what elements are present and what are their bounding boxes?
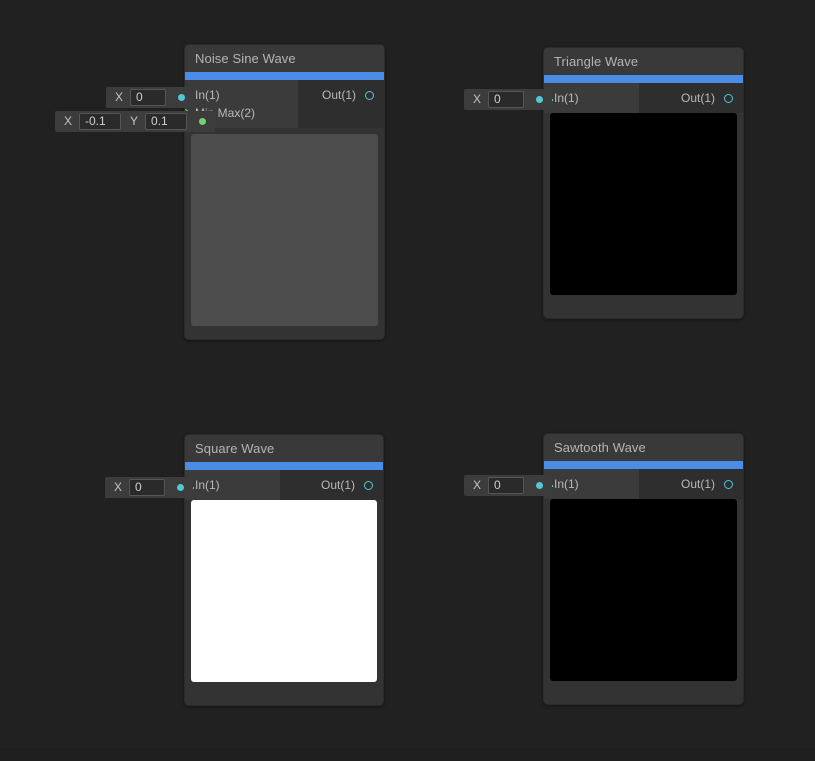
widget-output-plug-icon[interactable] (178, 94, 186, 101)
field-input-x[interactable]: 0 (130, 89, 167, 106)
output-ports: Out(1) (639, 469, 743, 499)
field-input-x[interactable]: -0.1 (79, 113, 122, 130)
widget-output-plug-icon[interactable] (177, 484, 185, 491)
field-input-x[interactable]: 0 (488, 91, 525, 108)
field-input-x[interactable]: 0 (488, 477, 525, 494)
port-label: In(1) (195, 88, 220, 102)
port-connector-icon[interactable] (724, 93, 733, 103)
canvas-bottom-edge (0, 748, 815, 761)
port-connector-icon[interactable] (364, 480, 373, 490)
node-accent-bar (185, 72, 384, 80)
output-port-out[interactable]: Out(1) (681, 89, 743, 107)
output-port-out[interactable]: Out(1) (322, 86, 384, 104)
preview-thumbnail (191, 500, 377, 682)
node-title: Square Wave (185, 435, 383, 462)
value-widget-triangle-in[interactable]: X 0 (464, 89, 553, 110)
output-ports: Out(1) (639, 83, 743, 113)
input-ports: In(1) (185, 470, 280, 500)
input-port-in[interactable]: In(1) (544, 475, 639, 493)
node-square-wave[interactable]: Square Wave In(1) Out(1) (184, 434, 384, 706)
node-sawtooth-wave[interactable]: Sawtooth Wave In(1) Out(1) (543, 433, 744, 705)
widget-output-plug-icon[interactable] (199, 118, 207, 125)
node-accent-bar (544, 75, 743, 83)
field-label: X (114, 480, 123, 494)
field-label: X (473, 92, 482, 106)
input-port-in[interactable]: In(1) (185, 476, 280, 494)
widget-output-plug-icon[interactable] (536, 482, 544, 489)
node-ports: In(1) Out(1) (185, 470, 383, 500)
preview-thumbnail (550, 499, 737, 681)
port-label: Out(1) (680, 91, 715, 105)
node-preview[interactable] (544, 499, 743, 681)
field-input-y[interactable]: 0.1 (145, 113, 188, 130)
node-noise-sine-wave[interactable]: Noise Sine Wave In(1) Min Max(2) Out(1) (184, 44, 385, 340)
output-port-out[interactable]: Out(1) (681, 475, 743, 493)
input-ports: In(1) (544, 469, 639, 499)
node-title: Sawtooth Wave (544, 434, 743, 461)
node-triangle-wave[interactable]: Triangle Wave In(1) Out(1) (543, 47, 744, 319)
preview-thumbnail (550, 113, 737, 295)
output-ports: Out(1) (280, 470, 383, 500)
port-label: Out(1) (680, 477, 715, 491)
value-widget-sawtooth-in[interactable]: X 0 (464, 475, 553, 496)
node-ports: In(1) Out(1) (544, 469, 743, 499)
field-label: X (473, 478, 482, 492)
node-title: Noise Sine Wave (185, 45, 384, 72)
widget-output-plug-icon[interactable] (536, 96, 544, 103)
port-label: Out(1) (321, 88, 356, 102)
node-preview[interactable] (185, 128, 384, 326)
node-title: Triangle Wave (544, 48, 743, 75)
field-label-y: Y (130, 114, 139, 128)
input-port-in[interactable]: In(1) (185, 86, 298, 104)
graph-canvas[interactable]: Noise Sine Wave In(1) Min Max(2) Out(1) (0, 0, 815, 761)
field-input-x[interactable]: 0 (129, 479, 166, 496)
field-label-x: X (64, 114, 73, 128)
port-connector-icon[interactable] (365, 90, 374, 100)
node-preview[interactable] (544, 113, 743, 295)
node-preview[interactable] (185, 500, 383, 682)
node-accent-bar (185, 462, 383, 470)
node-accent-bar (544, 461, 743, 469)
input-port-in[interactable]: In(1) (544, 89, 639, 107)
value-widget-noise-sine-minmax[interactable]: X -0.1 Y 0.1 (55, 111, 216, 132)
port-label: In(1) (554, 477, 579, 491)
value-widget-noise-sine-in[interactable]: X 0 (106, 87, 195, 108)
port-label: Out(1) (320, 478, 355, 492)
field-label: X (115, 90, 124, 104)
value-widget-square-in[interactable]: X 0 (105, 477, 194, 498)
port-label: In(1) (195, 478, 220, 492)
input-ports: In(1) (544, 83, 639, 113)
port-label: In(1) (554, 91, 579, 105)
port-connector-icon[interactable] (724, 479, 733, 489)
preview-thumbnail (191, 134, 378, 326)
node-ports: In(1) Out(1) (544, 83, 743, 113)
output-ports: Out(1) (298, 80, 384, 128)
output-port-out[interactable]: Out(1) (321, 476, 383, 494)
